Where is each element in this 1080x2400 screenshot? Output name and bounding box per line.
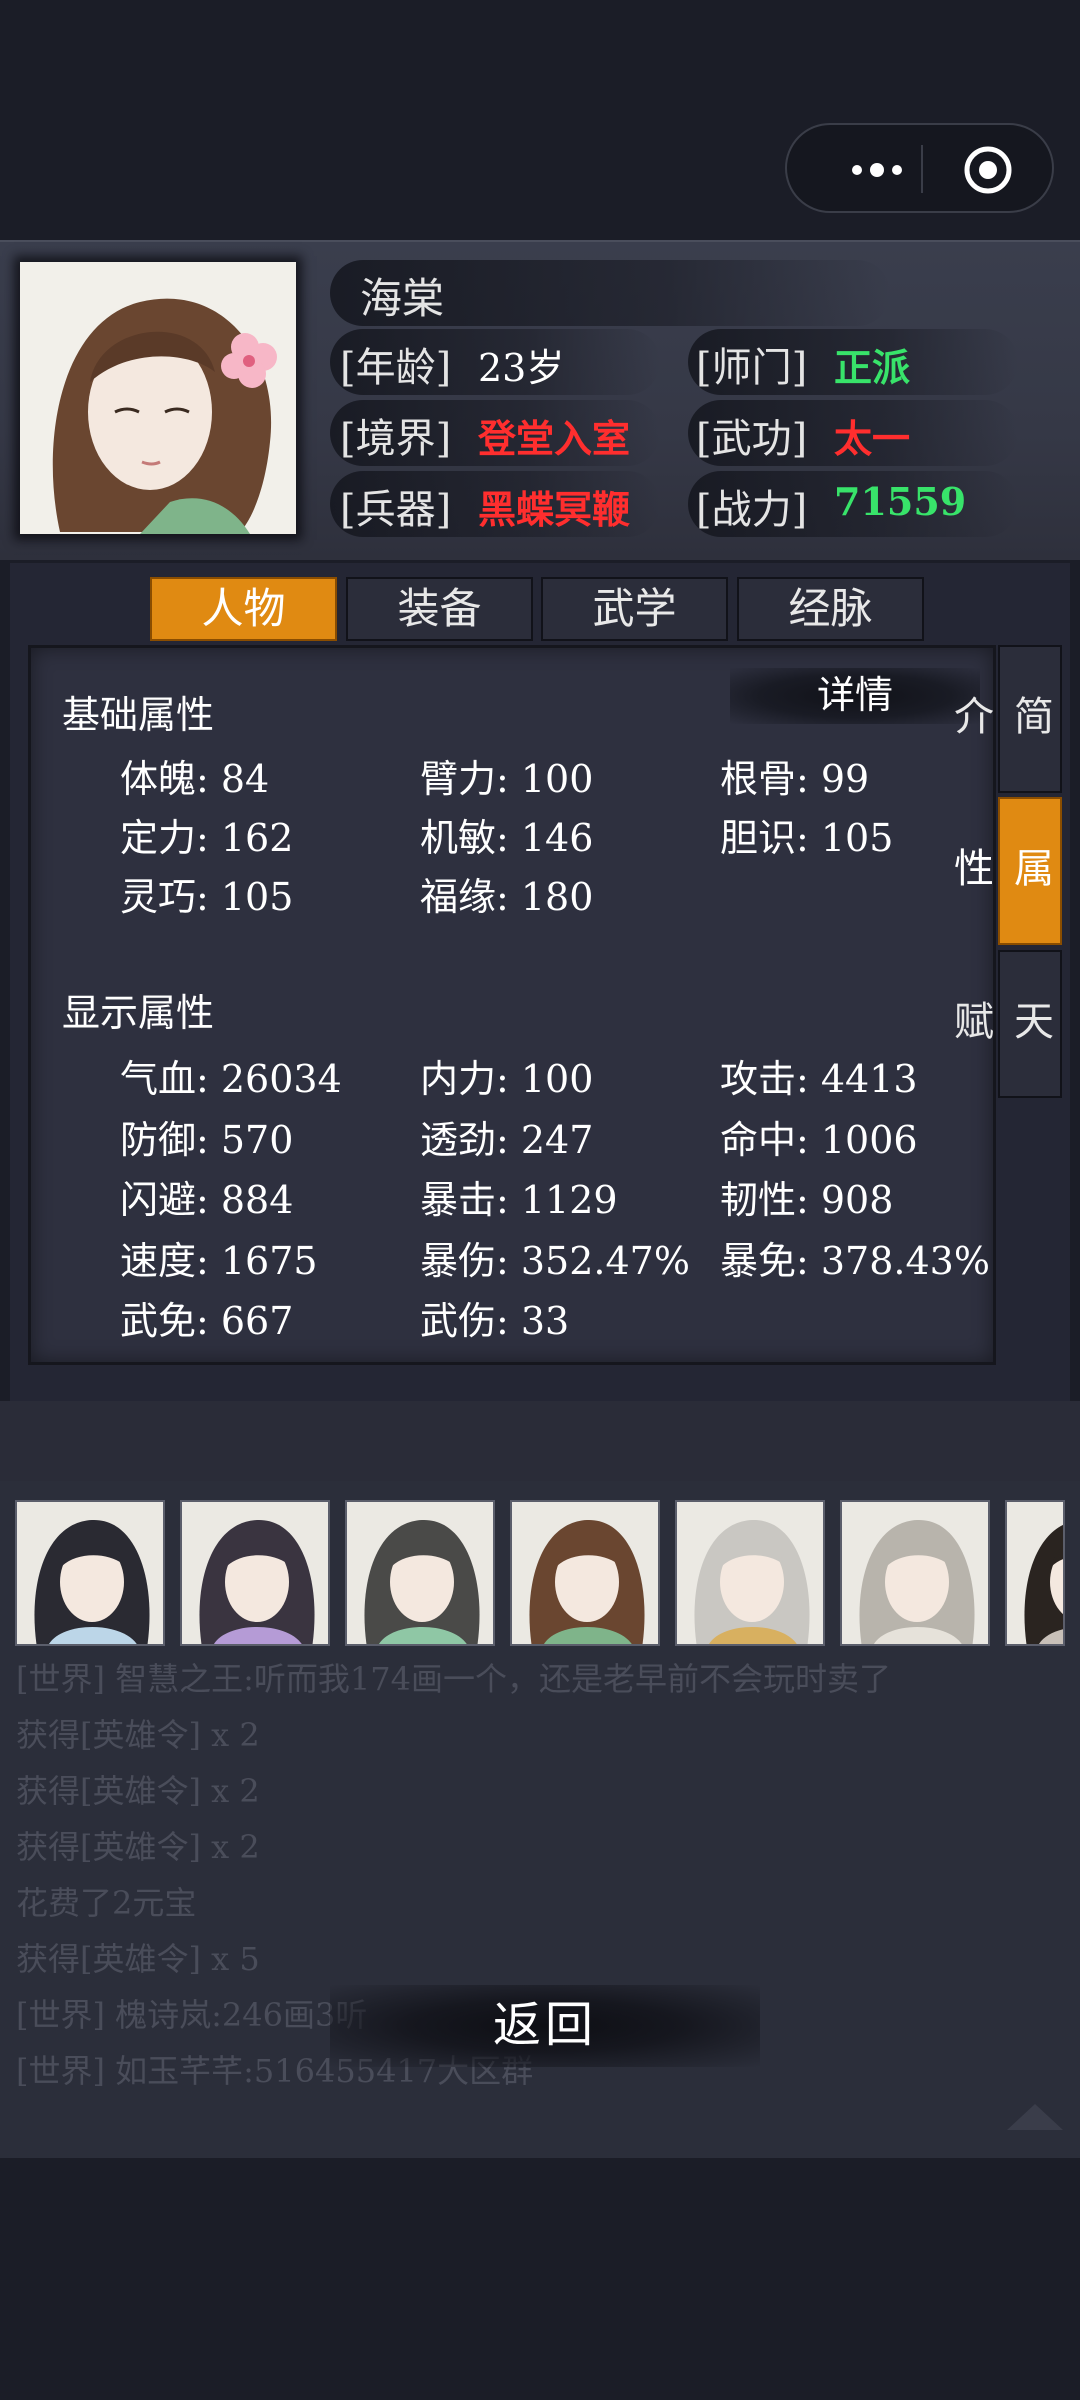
hero-card[interactable] — [1005, 1500, 1065, 1646]
stat-value: 臂力: 100 — [420, 757, 594, 801]
info-label: [境界] — [340, 416, 452, 462]
info-value: 71559 — [834, 479, 967, 524]
chat-line: [世界] 智慧之王:听而我174画一个，还是老早前不会玩时卖了 — [16, 1660, 892, 1698]
stat-value: 灵巧: 105 — [120, 875, 294, 919]
info-label: [武功] — [696, 416, 808, 462]
side-tab-1[interactable]: 属性 — [947, 797, 1062, 945]
info-label: [兵器] — [340, 487, 452, 533]
display-attributes-title: 显示属性 — [62, 991, 215, 1035]
tab-0[interactable]: 人物 — [150, 577, 337, 641]
hero-card[interactable] — [840, 1500, 990, 1646]
stat-value: 韧性: 908 — [720, 1178, 894, 1222]
stat-value: 暴击: 1129 — [420, 1178, 618, 1222]
info-value: 登堂入室 — [478, 416, 631, 461]
character-portrait — [20, 262, 296, 534]
stat-value: 福缘: 180 — [420, 875, 594, 919]
capsule-divider — [921, 145, 923, 193]
hero-card[interactable] — [345, 1500, 495, 1646]
stat-value: 防御: 570 — [120, 1117, 294, 1162]
stat-value: 武免: 667 — [120, 1299, 294, 1343]
info-label: [战力] — [696, 487, 808, 533]
info-value: 23岁 — [478, 346, 565, 390]
chat-line: 获得[英雄令] x 2 — [16, 1716, 260, 1754]
more-menu-icon[interactable] — [827, 150, 927, 190]
scroll-up-icon[interactable] — [1005, 2100, 1065, 2132]
stat-value: 武伤: 33 — [420, 1299, 570, 1343]
tab-1[interactable]: 装备 — [346, 577, 533, 641]
stat-value: 闪避: 884 — [120, 1178, 294, 1222]
back-button[interactable]: 返回 — [330, 1985, 760, 2067]
hero-card[interactable] — [510, 1500, 660, 1646]
hero-card[interactable] — [180, 1500, 330, 1646]
info-label: [师门] — [696, 345, 808, 391]
stat-value: 攻击: 4413 — [720, 1057, 918, 1101]
tab-3[interactable]: 经脉 — [737, 577, 924, 641]
chat-line: [世界] 槐诗岚:246画3听 — [16, 1996, 368, 2034]
info-label: [年龄] — [340, 345, 452, 391]
info-value: 黑蝶冥鞭 — [478, 487, 631, 532]
stat-value: 命中: 1006 — [720, 1117, 918, 1162]
character-name: 海棠 — [360, 274, 445, 323]
stat-value: 定力: 162 — [120, 816, 294, 860]
basic-attributes-title: 基础属性 — [62, 693, 215, 737]
chat-line: 花费了2元宝 — [16, 1884, 197, 1922]
miniprogram-capsule — [785, 123, 1054, 213]
stat-value: 根骨: 99 — [720, 757, 870, 801]
stat-value: 暴免: 378.43% — [720, 1238, 990, 1283]
side-tab-2[interactable]: 天赋 — [947, 950, 1062, 1098]
stat-value: 机敏: 146 — [420, 816, 594, 860]
stat-value: 速度: 1675 — [120, 1238, 318, 1283]
close-target-icon[interactable] — [963, 145, 1013, 195]
info-value: 正派 — [834, 345, 911, 390]
stat-value: 气血: 26034 — [120, 1057, 342, 1101]
info-value: 太一 — [834, 416, 911, 461]
chat-line: 获得[英雄令] x 2 — [16, 1772, 260, 1810]
stat-value: 胆识: 105 — [720, 816, 894, 860]
stat-value: 内力: 100 — [420, 1057, 594, 1101]
hero-card[interactable] — [675, 1500, 825, 1646]
stat-value: 暴伤: 352.47% — [420, 1238, 690, 1283]
side-tab-0[interactable]: 简介 — [947, 645, 1062, 793]
tab-2[interactable]: 武学 — [541, 577, 728, 641]
stat-value: 体魄: 84 — [120, 757, 270, 801]
chat-line: 获得[英雄令] x 2 — [16, 1828, 260, 1866]
chat-line: 获得[英雄令] x 5 — [16, 1940, 260, 1978]
hero-card[interactable] — [15, 1500, 165, 1646]
spacer-band — [0, 1401, 1080, 1481]
stat-value: 透劲: 247 — [420, 1117, 594, 1162]
